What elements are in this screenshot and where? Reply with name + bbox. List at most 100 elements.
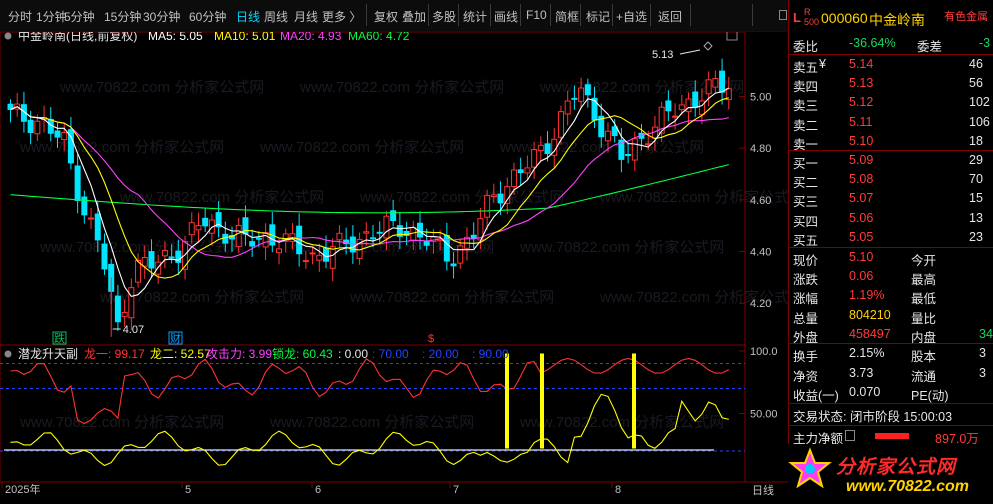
stat-value: 458497 <box>849 326 891 341</box>
svg-text:www.70822.com 分析家公式网: www.70822.com 分析家公式网 <box>259 139 464 156</box>
stat2-label: 换手 <box>793 350 819 364</box>
toolbar-item-16[interactable]: 简框 <box>555 8 579 25</box>
grid-icon[interactable] <box>779 10 787 20</box>
candle <box>544 131 551 162</box>
ask-price: 5.11 <box>849 114 873 129</box>
wei-bi-value: -36.64% <box>849 36 896 50</box>
marker-dollar: $ <box>428 333 434 345</box>
toolbar-item-17[interactable]: 标记 <box>586 8 610 25</box>
star-logo-icon <box>788 447 832 489</box>
stat-label-2: 量比 <box>911 311 937 326</box>
toolbar-item-10[interactable]: 复权 <box>374 8 398 25</box>
stat-label-2: 今开 <box>911 254 937 268</box>
marker-cai: 财 <box>170 331 181 345</box>
bid-price: 5.05 <box>849 229 874 244</box>
bid-volume: 29 <box>969 153 983 167</box>
indicator-tick: 100.0 <box>750 346 778 358</box>
ask-label: 卖三 <box>793 99 819 114</box>
svg-text:www.70822.com 分析家公式网: www.70822.com 分析家公式网 <box>39 239 244 256</box>
stat2-value: 2.15% <box>849 346 885 360</box>
toolbar-item-2[interactable]: 5分钟 <box>64 8 95 25</box>
candle <box>74 154 81 214</box>
collapse-icon <box>4 32 12 40</box>
stat-row: 外盘 458497 内盘 34 <box>789 325 993 345</box>
chart-title: 中金岭南(日线,前复权) <box>18 32 137 43</box>
ask-price: 5.10 <box>849 133 874 148</box>
logo-url[interactable]: www.70822.com <box>846 478 969 496</box>
stat-label: 总量 <box>793 311 819 326</box>
toolbar-item-9[interactable]: 更多 〉 <box>322 8 361 25</box>
toolbar-item-6[interactable]: 日线 <box>236 8 260 25</box>
stat2-label: 收益(一) <box>793 389 839 403</box>
stat2-value: 0.070 <box>849 385 881 399</box>
toolbar-item-19[interactable]: 返回 <box>658 8 682 25</box>
bid-volume: 15 <box>969 191 983 206</box>
candle <box>128 278 135 331</box>
stat-label-2: 最低 <box>911 292 937 307</box>
date-axis: 2025年 5 6 7 8 日线 <box>1 482 774 497</box>
toolbar-item-0[interactable]: 分时 <box>8 8 32 25</box>
toolbar-item-13[interactable]: 统计 <box>463 8 487 25</box>
stat2-label-2: 流通 <box>911 369 937 384</box>
bid-price: 5.08 <box>849 172 874 187</box>
stat2-row: 收益(一) 0.070 PE(动) <box>789 383 993 403</box>
date-axis-period: 日线 <box>752 483 774 497</box>
ask-price: 5.12 <box>849 95 874 110</box>
stat-row: 总量 804210 量比 <box>789 306 993 326</box>
indicator-value-7: : 90.00 <box>472 347 509 361</box>
stat2-value: 3.73 <box>849 365 874 380</box>
bid-row: 买四 5.06 13 <box>789 209 993 229</box>
bid-volume: 13 <box>969 210 983 225</box>
date-tick: 8 <box>615 484 621 496</box>
ma-label-0: MA5: 5.05 <box>148 32 203 43</box>
stat-label-2: 最高 <box>911 273 937 288</box>
ask-volume: 106 <box>969 114 990 129</box>
stat-value-2: 34 <box>979 326 993 341</box>
toolbar-item-14[interactable]: 画线 <box>494 8 518 25</box>
indicator-value-1: 龙二: 52.57 <box>150 347 211 361</box>
candle <box>504 177 511 215</box>
toolbar-item-7[interactable]: 周线 <box>264 8 288 25</box>
candle <box>202 208 209 232</box>
stat2-value-2: 3 <box>979 365 986 380</box>
toolbar-item-8[interactable]: 月线 <box>294 8 318 25</box>
bid-label: 买五 <box>793 233 819 248</box>
toolbar-item-4[interactable]: 30分钟 <box>143 8 180 25</box>
svg-text:www.70822.com 分析家公式网: www.70822.com 分析家公式网 <box>519 239 724 256</box>
stock-code: 000060 <box>821 10 868 26</box>
candle <box>269 211 276 253</box>
bid-price: 5.09 <box>849 153 874 167</box>
logo-text: 分析家公式网 <box>836 457 957 478</box>
stat2-label-2: 股本 <box>911 350 937 364</box>
main-flow-bar <box>875 433 909 439</box>
toolbar-item-3[interactable]: 15分钟 <box>104 8 141 25</box>
sector-tag[interactable]: 有色金属 <box>944 8 988 24</box>
stat2-label-2: PE(动) <box>911 389 949 403</box>
bid-volume: 23 <box>969 229 983 244</box>
candle <box>450 252 457 279</box>
indicator-value-5: : 70.00 <box>372 347 409 361</box>
price-tick: 4.60 <box>750 195 771 207</box>
ask-volume: 56 <box>969 76 983 91</box>
svg-text:www.70822.com 分析家公式网: www.70822.com 分析家公式网 <box>269 414 474 431</box>
candle <box>81 190 88 224</box>
indicator-value-0: 龙一: 99.17 <box>84 347 145 361</box>
ask-row: 卖一 5.10 18 <box>789 132 993 152</box>
kline-chart: www.70822.com 分析家公式网 www.70822.com 分析家公式网… <box>0 32 788 497</box>
toolbar-item-12[interactable]: 多股 <box>432 8 456 25</box>
toolbar-item-5[interactable]: 60分钟 <box>189 8 226 25</box>
toolbar-item-15[interactable]: F10 <box>526 8 547 22</box>
candle <box>517 157 524 186</box>
toolbar-item-18[interactable]: +自选 <box>616 8 647 25</box>
diamond-marker-icon <box>703 41 713 51</box>
svg-text:www.70822.com 分析家公式网: www.70822.com 分析家公式网 <box>349 289 554 306</box>
stat-value: 5.10 <box>849 250 874 264</box>
toolbar-item-1[interactable]: 1分钟 <box>36 8 67 25</box>
detail-icon[interactable] <box>845 430 855 441</box>
stat-label: 涨幅 <box>793 292 819 307</box>
toolbar-item-11[interactable]: 叠加 <box>402 8 426 25</box>
indicator-collapse-icon <box>4 350 12 358</box>
bid-row: 买三 5.07 15 <box>789 189 993 209</box>
l2-badge: L <box>793 10 801 25</box>
wei-cha-label: 委差 <box>917 40 943 54</box>
